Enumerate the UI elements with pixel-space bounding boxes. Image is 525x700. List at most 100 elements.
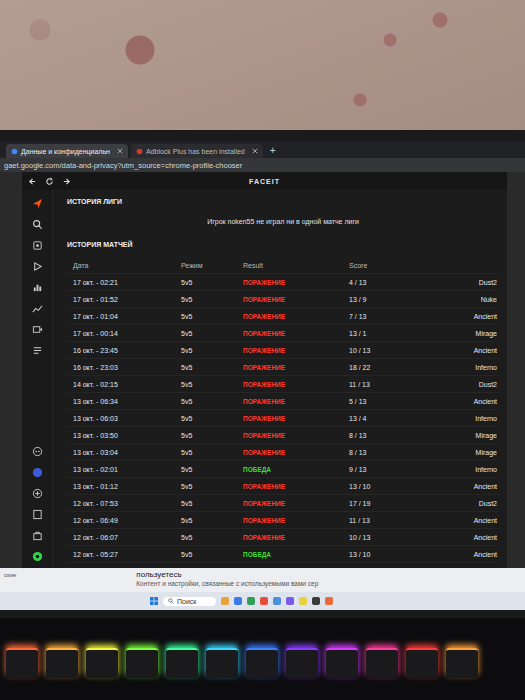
taskbar-app-icon[interactable] bbox=[299, 597, 307, 605]
nav-buttons bbox=[28, 177, 88, 186]
date-cell: 17 окт. - 00:14 bbox=[73, 330, 181, 337]
browser-tab[interactable]: Adblock Plus has been installed bbox=[131, 144, 263, 158]
table-row[interactable]: 13 окт. - 06:34 5v5 ПОРАЖЕНИЕ 5 / 13 Anc… bbox=[67, 393, 499, 410]
table-row[interactable]: 16 окт. - 23:45 5v5 ПОРАЖЕНИЕ 10 / 13 An… bbox=[67, 342, 499, 359]
search-icon bbox=[168, 598, 174, 604]
result-cell: ПОРАЖЕНИЕ bbox=[243, 517, 349, 524]
sidebar bbox=[22, 190, 53, 568]
taskbar-app-icon[interactable] bbox=[312, 597, 320, 605]
taskbar-app-icon[interactable] bbox=[325, 597, 333, 605]
favicon-icon bbox=[136, 148, 143, 155]
map-cell: Mirage bbox=[476, 432, 497, 439]
result-cell: ПОБЕДА bbox=[243, 466, 349, 473]
result-cell: ПОРАЖЕНИЕ bbox=[243, 534, 349, 541]
taskbar-app-icon[interactable] bbox=[234, 597, 242, 605]
score-cell: 10 / 13 bbox=[349, 347, 474, 354]
map-cell: Ancient bbox=[474, 551, 497, 558]
keyboard-key bbox=[446, 648, 478, 678]
mode-cell: 5v5 bbox=[181, 347, 243, 354]
map-cell: Ancient bbox=[474, 398, 497, 405]
new-tab-button[interactable]: + bbox=[266, 144, 280, 158]
table-row[interactable]: 13 окт. - 03:50 5v5 ПОРАЖЕНИЕ 8 / 13 Mir… bbox=[67, 427, 499, 444]
date-cell: 13 окт. - 03:50 bbox=[73, 432, 181, 439]
discord-icon[interactable] bbox=[32, 446, 43, 457]
table-row[interactable]: 13 окт. - 06:03 5v5 ПОРАЖЕНИЕ 13 / 4 Inf… bbox=[67, 410, 499, 427]
map-cell: Dust2 bbox=[479, 279, 497, 286]
play-icon[interactable] bbox=[32, 261, 43, 272]
back-arrow-icon[interactable] bbox=[28, 177, 37, 186]
date-cell: 13 окт. - 02:01 bbox=[73, 466, 181, 473]
table-row[interactable]: 12 окт. - 06:07 5v5 ПОРАЖЕНИЕ 10 / 13 An… bbox=[67, 529, 499, 546]
map-cell: Ancient bbox=[474, 517, 497, 524]
app-logo: FACEIT bbox=[88, 178, 441, 185]
video-icon[interactable] bbox=[32, 324, 43, 335]
table-row[interactable]: 13 окт. - 03:04 5v5 ПОРАЖЕНИЕ 8 / 13 Mir… bbox=[67, 444, 499, 461]
result-cell: ПОРАЖЕНИЕ bbox=[243, 347, 349, 354]
map-cell: Dust2 bbox=[479, 500, 497, 507]
map-cell: Inferno bbox=[475, 466, 497, 473]
taskbar-search[interactable]: Поиск bbox=[163, 597, 216, 606]
badge-icon[interactable] bbox=[32, 467, 43, 478]
taskbar-app-icon[interactable] bbox=[260, 597, 268, 605]
browser-tab[interactable]: Данные и конфиденциальн bbox=[6, 144, 128, 158]
score-cell: 5 / 13 bbox=[349, 398, 474, 405]
score-cell: 13 / 4 bbox=[349, 415, 475, 422]
docs-icon[interactable] bbox=[32, 509, 43, 520]
screen: Данные и конфиденциальн Adblock Plus has… bbox=[0, 142, 525, 610]
watch-icon[interactable] bbox=[32, 240, 43, 251]
search-icon[interactable] bbox=[32, 219, 43, 230]
taskbar-app-icon[interactable] bbox=[273, 597, 281, 605]
column-header: Режим bbox=[181, 262, 243, 269]
table-row[interactable]: 12 окт. - 06:49 5v5 ПОРАЖЕНИЕ 11 / 13 An… bbox=[67, 512, 499, 529]
date-cell: 13 окт. - 03:04 bbox=[73, 449, 181, 456]
result-cell: ПОРАЖЕНИЕ bbox=[243, 330, 349, 337]
table-row[interactable]: 13 окт. - 02:01 5v5 ПОБЕДА 9 / 13 Infern… bbox=[67, 461, 499, 478]
add-icon[interactable] bbox=[32, 488, 43, 499]
bag-icon[interactable] bbox=[32, 530, 43, 541]
map-cell: Dust2 bbox=[479, 381, 497, 388]
list-icon[interactable] bbox=[32, 345, 43, 356]
address-bar[interactable]: gaet.google.com/data-and-privacy?utm_sou… bbox=[0, 158, 525, 172]
table-row[interactable]: 12 окт. - 05:27 5v5 ПОБЕДА 13 / 10 Ancie… bbox=[67, 546, 499, 563]
taskbar-app-icon[interactable] bbox=[221, 597, 229, 605]
reload-icon[interactable] bbox=[45, 177, 54, 186]
league-message: Игрок noken55 не играл ни в одной матче … bbox=[67, 210, 499, 239]
result-cell: ПОРАЖЕНИЕ bbox=[243, 415, 349, 422]
column-header: Дата bbox=[73, 262, 181, 269]
result-cell: ПОРАЖЕНИЕ bbox=[243, 483, 349, 490]
faceit-logo-icon[interactable] bbox=[32, 198, 43, 209]
table-row[interactable]: 17 окт. - 00:14 5v5 ПОРАЖЕНИЕ 13 / 1 Mir… bbox=[67, 325, 499, 342]
score-cell: 8 / 13 bbox=[349, 449, 476, 456]
score-cell: 11 / 13 bbox=[349, 381, 479, 388]
map-cell: Mirage bbox=[476, 449, 497, 456]
table-row[interactable]: 12 окт. - 07:53 5v5 ПОРАЖЕНИЕ 17 / 19 Du… bbox=[67, 495, 499, 512]
mode-cell: 5v5 bbox=[181, 432, 243, 439]
table-row[interactable]: 17 окт. - 01:04 5v5 ПОРАЖЕНИЕ 7 / 13 Anc… bbox=[67, 308, 499, 325]
result-cell: ПОРАЖЕНИЕ bbox=[243, 500, 349, 507]
date-cell: 12 окт. - 06:49 bbox=[73, 517, 181, 524]
online-status-icon[interactable] bbox=[32, 551, 43, 562]
table-row[interactable]: 14 окт. - 02:15 5v5 ПОРАЖЕНИЕ 11 / 13 Du… bbox=[67, 376, 499, 393]
result-cell: ПОРАЖЕНИЕ bbox=[243, 449, 349, 456]
map-cell: Inferno bbox=[475, 364, 497, 371]
stats-icon[interactable] bbox=[32, 282, 43, 293]
keyboard-key bbox=[126, 648, 158, 678]
browser-page: ские пользуетесь Контент и настройки, св… bbox=[0, 568, 525, 592]
taskbar-app-icon[interactable] bbox=[247, 597, 255, 605]
keyboard-key bbox=[6, 648, 38, 678]
table-row[interactable]: 17 окт. - 02:21 5v5 ПОРАЖЕНИЕ 4 / 13 Dus… bbox=[67, 274, 499, 291]
date-cell: 17 окт. - 01:04 bbox=[73, 313, 181, 320]
table-row[interactable]: 16 окт. - 23:03 5v5 ПОРАЖЕНИЕ 18 / 22 In… bbox=[67, 359, 499, 376]
matches-title: ИСТОРИЯ МАТЧЕЙ bbox=[67, 239, 499, 253]
close-icon[interactable] bbox=[117, 148, 123, 154]
keyboard-key bbox=[206, 648, 238, 678]
forward-arrow-icon[interactable] bbox=[62, 177, 71, 186]
taskbar-app-icon[interactable] bbox=[286, 597, 294, 605]
close-icon[interactable] bbox=[252, 148, 258, 154]
keyboard-key bbox=[286, 648, 318, 678]
date-cell: 16 окт. - 23:03 bbox=[73, 364, 181, 371]
table-row[interactable]: 17 окт. - 01:52 5v5 ПОРАЖЕНИЕ 13 / 9 Nuk… bbox=[67, 291, 499, 308]
chart-icon[interactable] bbox=[32, 303, 43, 314]
table-row[interactable]: 13 окт. - 01:12 5v5 ПОРАЖЕНИЕ 13 / 10 An… bbox=[67, 478, 499, 495]
windows-icon[interactable] bbox=[150, 597, 158, 605]
